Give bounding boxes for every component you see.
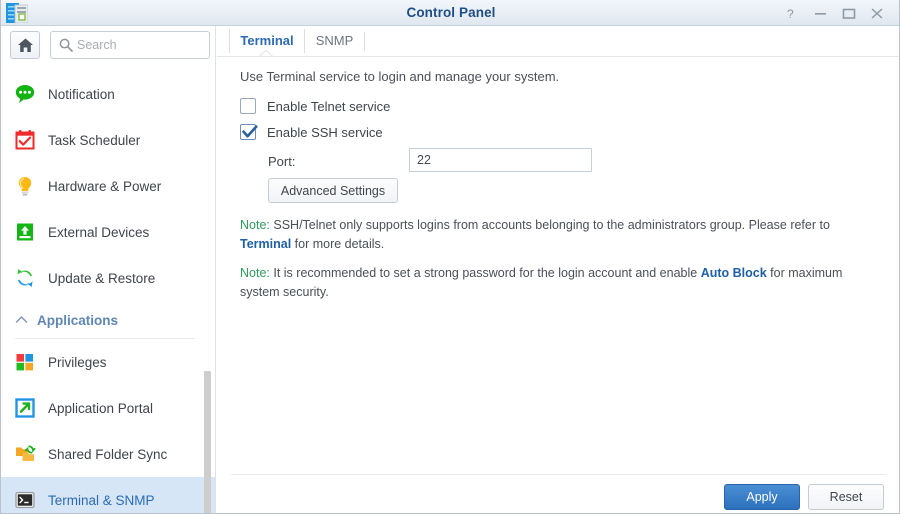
sidebar-item-privileges[interactable]: Privileges (1, 339, 215, 385)
sidebar-nav-list: Notification Task Scheduler Hardware & P… (1, 71, 215, 513)
footer-divider (231, 474, 886, 475)
auto-block-link[interactable]: Auto Block (701, 266, 767, 280)
tab-underline (217, 56, 899, 57)
port-input[interactable] (409, 148, 592, 172)
shared-folder-sync-icon (14, 443, 36, 465)
sidebar-section-applications[interactable]: Applications (1, 301, 215, 339)
help-button[interactable]: ? (779, 0, 807, 26)
sidebar-item-label: External Devices (48, 224, 150, 240)
enable-telnet-label: Enable Telnet service (267, 98, 391, 114)
search-field[interactable] (50, 31, 210, 59)
sidebar-item-label: Task Scheduler (48, 132, 141, 148)
title-bar: Control Panel ? (1, 0, 899, 26)
notification-icon (14, 83, 36, 105)
port-label: Port: (268, 154, 296, 169)
sidebar-item-task-scheduler[interactable]: Task Scheduler (1, 117, 215, 163)
note-text-before: SSH/Telnet only supports logins from acc… (269, 218, 830, 232)
window-title: Control Panel (406, 5, 496, 20)
minimize-button[interactable] (807, 0, 835, 26)
sidebar-item-application-portal[interactable]: Application Portal (1, 385, 215, 431)
tab-snmp[interactable]: SNMP (304, 29, 364, 53)
svg-text:?: ? (787, 7, 794, 20)
tab-divider (364, 32, 365, 51)
sidebar-item-label: Terminal & SNMP (48, 492, 155, 508)
sidebar-item-label: Update & Restore (48, 270, 156, 286)
tab-strip: Terminal SNMP (217, 26, 899, 56)
note-text-before: It is recommended to set a strong passwo… (269, 266, 701, 280)
sidebar-item-label: Hardware & Power (48, 178, 162, 194)
hardware-power-icon (14, 175, 36, 197)
enable-telnet-row[interactable]: Enable Telnet service (240, 98, 390, 114)
note-tag: Note: (240, 218, 270, 232)
home-icon (18, 38, 33, 52)
sidebar-item-notification[interactable]: Notification (1, 71, 215, 117)
terminal-snmp-icon (14, 489, 36, 511)
reset-button[interactable]: Reset (808, 484, 884, 510)
note-strong-password: Note: It is recommended to set a strong … (240, 264, 865, 302)
sidebar: Notification Task Scheduler (1, 26, 216, 513)
sidebar-item-label: Privileges (48, 354, 107, 370)
main-content: Terminal SNMP Use Terminal service to lo… (217, 26, 899, 513)
sidebar-section-label: Applications (37, 312, 119, 328)
enable-ssh-row[interactable]: Enable SSH service (240, 124, 383, 140)
active-tab-pointer (260, 51, 272, 56)
task-scheduler-icon (14, 129, 36, 151)
sidebar-item-shared-folder-sync[interactable]: Shared Folder Sync (1, 431, 215, 477)
sidebar-item-label: Notification (48, 86, 115, 102)
search-input[interactable] (77, 32, 205, 58)
home-button[interactable] (10, 31, 40, 59)
sidebar-item-label: Shared Folder Sync (48, 446, 168, 462)
sidebar-scrollbar[interactable] (204, 371, 211, 513)
note-text-after: for more details. (291, 237, 385, 251)
external-devices-icon (14, 221, 36, 243)
sidebar-item-label: Application Portal (48, 400, 154, 416)
chevron-up-icon (15, 311, 29, 329)
control-panel-window: Control Panel ? Search Notification Task… (0, 0, 900, 514)
advanced-settings-button[interactable]: Advanced Settings (268, 178, 398, 203)
enable-telnet-checkbox[interactable] (240, 98, 256, 114)
apply-button[interactable]: Apply (724, 484, 800, 510)
terminal-link[interactable]: Terminal (240, 237, 291, 251)
sidebar-item-terminal-snmp[interactable]: Terminal & SNMP (1, 477, 215, 513)
maximize-button[interactable] (835, 0, 863, 26)
intro-text: Use Terminal service to login and manage… (240, 69, 560, 84)
note-tag: Note: (240, 266, 270, 280)
search-icon (59, 38, 73, 57)
update-restore-icon (14, 267, 36, 289)
sidebar-item-external-devices[interactable]: External Devices (1, 209, 215, 255)
checkmark-icon (242, 125, 258, 138)
application-portal-icon (14, 397, 36, 419)
close-button[interactable] (863, 0, 891, 26)
note-ssh-telnet-admins: Note: SSH/Telnet only supports logins fr… (240, 216, 865, 254)
enable-ssh-checkbox[interactable] (240, 124, 258, 140)
sidebar-item-hardware-power[interactable]: Hardware & Power (1, 163, 215, 209)
sidebar-item-update-restore[interactable]: Update & Restore (1, 255, 215, 301)
sidebar-search-row (10, 31, 210, 61)
privileges-icon (14, 351, 36, 373)
enable-ssh-label: Enable SSH service (267, 124, 383, 140)
